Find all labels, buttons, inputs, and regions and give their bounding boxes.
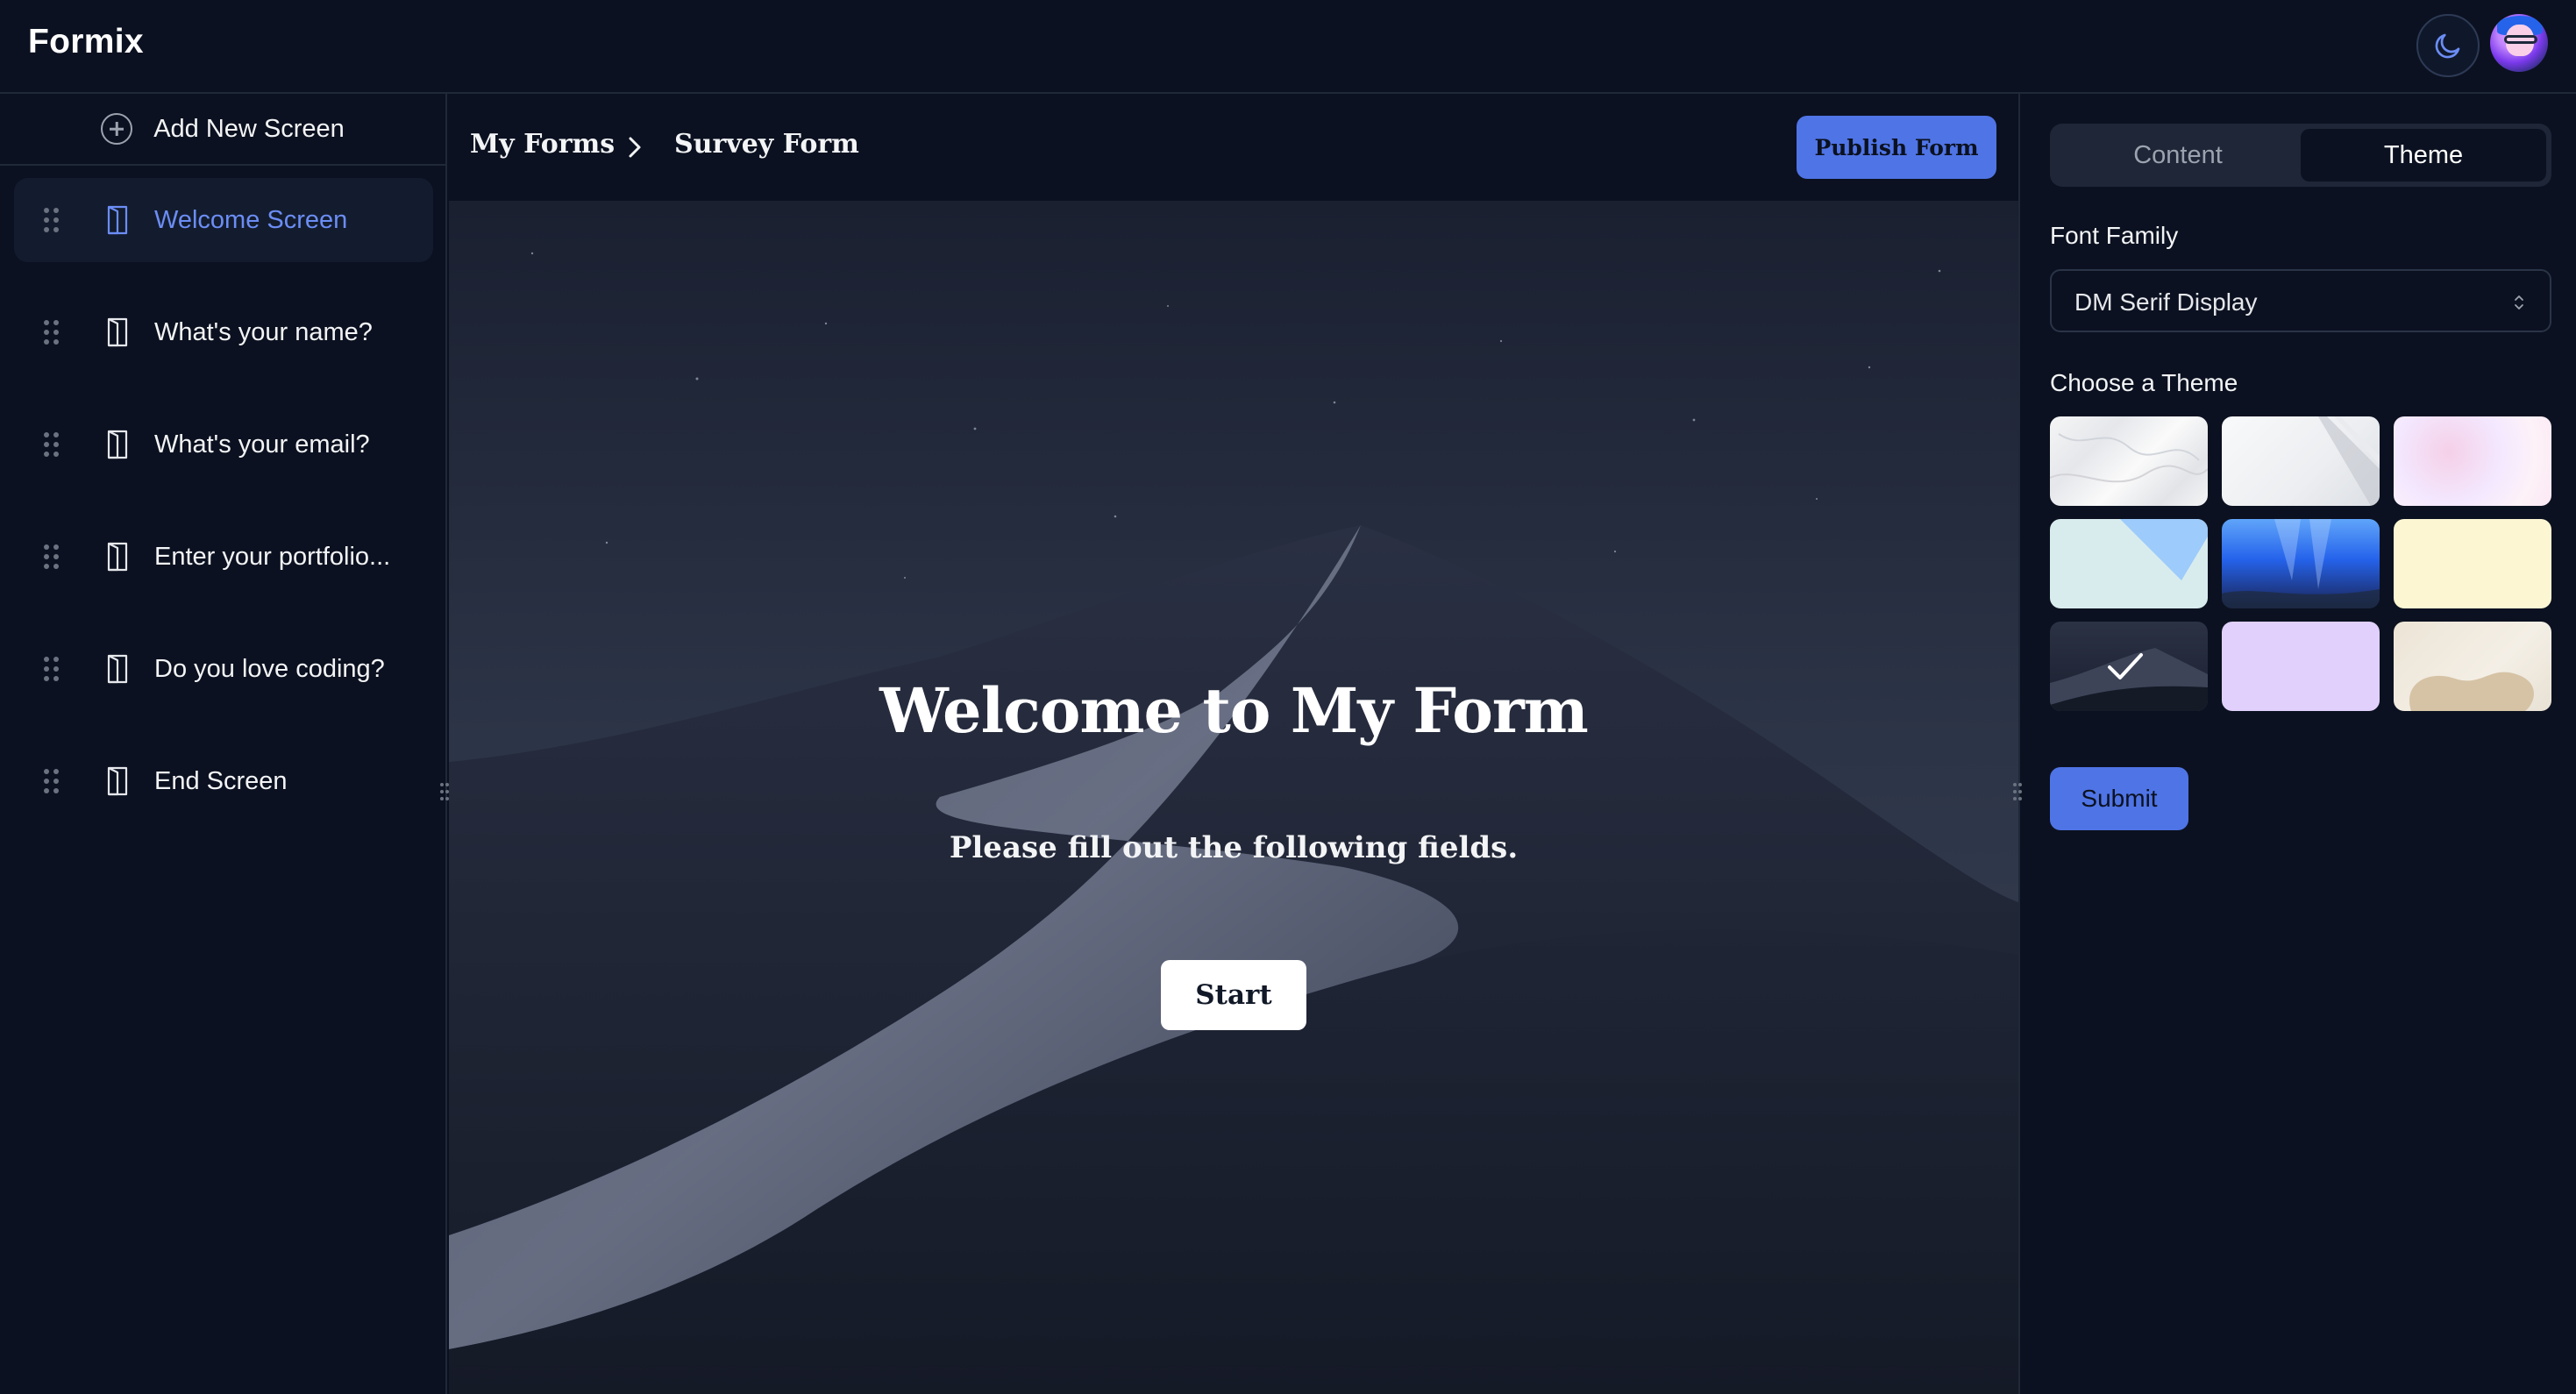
- properties-panel: Content Theme Font Family DM Serif Displ…: [2013, 94, 2576, 1394]
- add-new-screen-button[interactable]: Add New Screen: [0, 94, 445, 166]
- chevron-up-down-icon: [2515, 295, 2523, 309]
- font-family-label: Font Family: [2050, 222, 2179, 249]
- sidebar-item-whats-your-name[interactable]: What's your name?: [14, 290, 433, 374]
- theme-option-underwater[interactable]: [2222, 519, 2380, 608]
- form-welcome-subtitle: Please fill out the following fields.: [949, 830, 1519, 865]
- screen-icon: [107, 205, 128, 235]
- choose-theme-label: Choose a Theme: [2050, 369, 2238, 396]
- drag-handle-icon[interactable]: [44, 432, 60, 459]
- form-preview: Welcome to My Form Please fill out the f…: [449, 201, 2018, 1394]
- drag-handle-icon[interactable]: [44, 208, 60, 234]
- sidebar-item-whats-your-email[interactable]: What's your email?: [14, 402, 433, 487]
- submit-button[interactable]: Submit: [2050, 767, 2188, 830]
- moon-icon: [2435, 33, 2460, 59]
- panel-tabs: Content Theme: [2050, 124, 2551, 187]
- sidebar-item-label: Do you love coding?: [154, 654, 385, 683]
- breadcrumb-my-forms[interactable]: My Forms: [470, 129, 615, 160]
- screen-icon: [107, 654, 128, 684]
- start-button[interactable]: Start: [1161, 960, 1306, 1030]
- sidebar-item-do-you-love-coding[interactable]: Do you love coding?: [14, 627, 433, 711]
- publish-form-button[interactable]: Publish Form: [1797, 116, 1996, 179]
- sidebar-item-enter-your-portfolio[interactable]: Enter your portfolio...: [14, 515, 433, 599]
- theme-toggle-button[interactable]: [2416, 14, 2480, 77]
- plus-circle-icon: [101, 113, 133, 145]
- screen-icon: [107, 542, 128, 572]
- theme-option-light-gray[interactable]: [2222, 416, 2380, 506]
- add-new-screen-label: Add New Screen: [153, 114, 345, 143]
- editor-area: My Forms Survey Form Publish Form Welcom…: [449, 94, 2018, 1394]
- form-welcome-title: Welcome to My Form: [879, 674, 1589, 747]
- theme-option-sand[interactable]: [2394, 622, 2551, 711]
- breadcrumb-survey-form: Survey Form: [674, 129, 859, 160]
- drag-handle-icon[interactable]: [44, 657, 60, 683]
- sidebar-item-label: Enter your portfolio...: [154, 542, 391, 571]
- drag-handle-icon[interactable]: [44, 320, 60, 346]
- sidebar-item-label: End Screen: [154, 766, 288, 795]
- theme-option-cream[interactable]: [2394, 519, 2551, 608]
- screen-icon: [107, 317, 128, 347]
- sidebar-item-label: Welcome Screen: [154, 205, 348, 234]
- theme-option-pastel-pink[interactable]: [2394, 416, 2551, 506]
- breadcrumb: My Forms Survey Form Publish Form: [449, 94, 2018, 201]
- chevron-right-icon: [629, 137, 641, 158]
- theme-option-white-marble[interactable]: [2050, 416, 2208, 506]
- sidebar-item-end-screen[interactable]: End Screen: [14, 739, 433, 823]
- sidebar-item-label: What's your name?: [154, 317, 373, 346]
- font-family-value: DM Serif Display: [2074, 288, 2258, 316]
- resize-handle-right[interactable]: [2011, 781, 2024, 802]
- avatar[interactable]: [2490, 14, 2548, 72]
- screen-icon: [107, 766, 128, 796]
- sidebar-item-welcome-screen[interactable]: Welcome Screen: [14, 178, 433, 262]
- desert-dune-background: [449, 201, 2018, 1394]
- app-logo: Formix: [28, 23, 144, 60]
- font-family-select[interactable]: DM Serif Display: [2050, 269, 2551, 332]
- theme-option-mint-paper[interactable]: [2050, 519, 2208, 608]
- theme-option-dark-desert[interactable]: [2050, 622, 2208, 711]
- screen-icon: [107, 430, 128, 459]
- drag-handle-icon[interactable]: [44, 544, 60, 571]
- theme-option-lavender[interactable]: [2222, 622, 2380, 711]
- drag-handle-icon[interactable]: [44, 769, 60, 795]
- tab-content[interactable]: Content: [2055, 129, 2301, 181]
- tab-theme[interactable]: Theme: [2301, 129, 2546, 181]
- sidebar-item-label: What's your email?: [154, 430, 370, 459]
- top-bar: Formix: [0, 0, 2576, 94]
- screens-sidebar: Add New Screen Welcome Screen What's your…: [0, 94, 449, 1394]
